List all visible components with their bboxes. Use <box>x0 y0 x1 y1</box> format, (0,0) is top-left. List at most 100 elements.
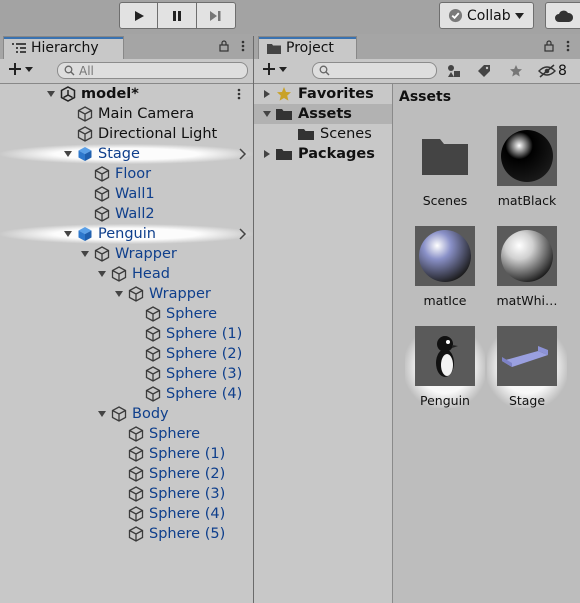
asset-label: Penguin <box>420 393 470 408</box>
hierarchy-row-label: Directional Light <box>98 126 218 142</box>
project-tree-label: Packages <box>298 146 375 162</box>
hierarchy-row[interactable]: Sphere (5) <box>0 524 253 544</box>
hierarchy-row[interactable]: Wrapper <box>0 244 253 264</box>
gameobject-icon <box>128 466 144 482</box>
lock-icon[interactable] <box>219 40 229 52</box>
dropdown-arrow-icon <box>279 66 287 72</box>
tab-project[interactable]: Project <box>258 36 357 59</box>
hierarchy-row-label: Head <box>132 266 170 282</box>
fold-closed-icon[interactable] <box>262 149 272 159</box>
gameobject-icon <box>94 246 110 262</box>
chevron-right-icon[interactable] <box>239 228 247 240</box>
fold-open-icon[interactable] <box>262 109 272 119</box>
asset-tile[interactable]: matBlack <box>487 126 567 208</box>
hierarchy-panel: Hierarchy All model* Main Camera Direction… <box>0 36 253 603</box>
fold-open-icon[interactable] <box>114 289 124 299</box>
hierarchy-row[interactable]: Sphere <box>0 424 253 444</box>
kebab-menu-icon[interactable] <box>241 40 245 52</box>
project-tree-row[interactable]: Assets <box>254 104 392 124</box>
hierarchy-row[interactable]: Wall2 <box>0 204 253 224</box>
hierarchy-row[interactable]: Stage <box>0 144 253 164</box>
project-tree-row[interactable]: Packages <box>254 144 392 164</box>
gameobject-icon <box>111 266 127 282</box>
gameobject-icon <box>128 506 144 522</box>
cloud-button[interactable] <box>545 2 580 29</box>
lock-icon[interactable] <box>544 40 554 52</box>
fold-open-icon[interactable] <box>63 229 73 239</box>
project-tree-row[interactable]: Scenes <box>254 124 392 144</box>
project-create-button[interactable] <box>262 62 287 76</box>
favorites-filter-button[interactable] <box>504 62 528 80</box>
hierarchy-row[interactable]: model* <box>0 84 253 104</box>
hierarchy-row[interactable]: Sphere (2) <box>0 344 253 364</box>
search-icon <box>319 65 330 76</box>
hierarchy-row-label: Sphere (1) <box>149 446 226 462</box>
asset-breadcrumb[interactable]: Assets <box>399 89 451 105</box>
cloud-icon <box>555 10 574 22</box>
hierarchy-row[interactable]: Sphere <box>0 304 253 324</box>
fold-open-icon[interactable] <box>63 149 73 159</box>
hierarchy-row[interactable]: Sphere (1) <box>0 324 253 344</box>
project-search-input[interactable] <box>312 62 437 79</box>
play-icon <box>134 10 144 21</box>
hierarchy-list-icon <box>12 43 26 53</box>
play-button[interactable] <box>119 2 158 29</box>
search-by-label-button[interactable] <box>472 62 496 80</box>
hierarchy-row[interactable]: Wall1 <box>0 184 253 204</box>
plus-icon <box>263 63 275 75</box>
material-sphere-icon <box>419 230 471 282</box>
hierarchy-row[interactable]: Floor <box>0 164 253 184</box>
fold-open-icon[interactable] <box>80 249 90 259</box>
hierarchy-row[interactable]: Sphere (1) <box>0 444 253 464</box>
hierarchy-row[interactable]: Wrapper <box>0 284 253 304</box>
hierarchy-row-label: Stage <box>98 146 140 162</box>
playback-controls <box>119 2 239 30</box>
search-by-type-button[interactable] <box>442 62 466 80</box>
hierarchy-row[interactable]: Body <box>0 404 253 424</box>
hierarchy-row[interactable]: Sphere (3) <box>0 364 253 384</box>
chevron-right-icon[interactable] <box>239 148 247 160</box>
hierarchy-row[interactable]: Sphere (3) <box>0 484 253 504</box>
asset-tile[interactable]: Stage <box>487 326 567 408</box>
plus-icon <box>9 63 21 75</box>
fold-open-icon[interactable] <box>46 89 56 99</box>
fold-closed-icon[interactable] <box>262 89 272 99</box>
hierarchy-row[interactable]: Sphere (4) <box>0 504 253 524</box>
hierarchy-row[interactable]: Main Camera <box>0 104 253 124</box>
tab-hierarchy[interactable]: Hierarchy <box>3 36 124 59</box>
unity-scene-icon <box>60 86 76 102</box>
hierarchy-row[interactable]: Penguin <box>0 224 253 244</box>
hierarchy-row-label: Floor <box>115 166 152 182</box>
hidden-packages-toggle[interactable]: 8 <box>538 62 578 80</box>
pause-button[interactable] <box>158 2 197 29</box>
hierarchy-row[interactable]: Directional Light <box>0 124 253 144</box>
asset-label: Scenes <box>422 193 468 208</box>
fold-open-icon[interactable] <box>97 409 107 419</box>
hierarchy-row-label: Sphere (2) <box>149 466 226 482</box>
hierarchy-search-input[interactable]: All <box>57 62 248 79</box>
hierarchy-row[interactable]: Sphere (2) <box>0 464 253 484</box>
gameobject-icon <box>145 386 161 402</box>
gameobject-icon <box>77 126 93 142</box>
dropdown-arrow-icon <box>514 12 524 19</box>
asset-tile[interactable]: matWhi… <box>487 226 567 308</box>
hierarchy-search-row: All <box>0 59 253 84</box>
hierarchy-row[interactable]: Head <box>0 264 253 284</box>
folder-icon <box>276 149 292 160</box>
hierarchy-row-label: Body <box>132 406 169 422</box>
gameobject-icon <box>128 526 144 542</box>
project-tree-row[interactable]: Favorites <box>254 84 392 104</box>
project-tabbar: Project <box>254 36 580 59</box>
create-button[interactable] <box>8 62 33 76</box>
asset-tile[interactable]: matIce <box>405 226 485 308</box>
folder-icon <box>298 129 314 140</box>
kebab-menu-icon[interactable] <box>237 88 241 100</box>
hierarchy-row[interactable]: Sphere (4) <box>0 384 253 404</box>
fold-open-icon[interactable] <box>97 269 107 279</box>
asset-tile[interactable]: Penguin <box>405 326 485 408</box>
step-button[interactable] <box>197 2 236 29</box>
kebab-menu-icon[interactable] <box>566 40 570 52</box>
asset-tile[interactable]: Scenes <box>405 126 485 208</box>
hierarchy-tree: model* Main Camera Directional Light Stage F… <box>0 84 253 603</box>
collab-button[interactable]: Collab <box>439 2 534 29</box>
